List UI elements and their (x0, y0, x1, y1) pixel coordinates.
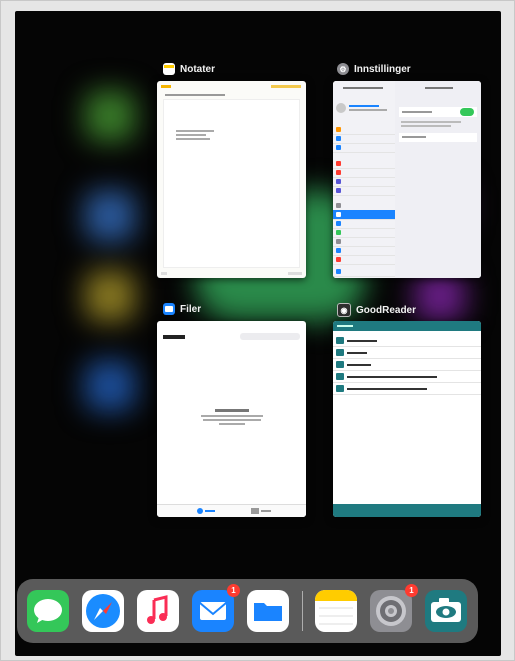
window-title: Innstillinger (354, 63, 411, 75)
dock-app-settings[interactable] (370, 590, 412, 632)
dock-app-safari[interactable] (82, 590, 124, 632)
window-label-notater: Notater (163, 63, 215, 75)
innstillinger-window-card[interactable] (333, 81, 481, 278)
settings-gear-icon (376, 596, 406, 626)
mail-envelope-icon (199, 602, 227, 620)
filer-window-card[interactable] (157, 321, 306, 517)
notes-pad-icon (315, 590, 357, 625)
dock-app-mail[interactable] (192, 590, 234, 632)
messages-icon (34, 599, 62, 623)
settings-gear-icon: ⚙ (337, 63, 349, 75)
window-title: GoodReader (356, 304, 417, 316)
dock-app-music[interactable] (137, 590, 179, 632)
notater-window-card[interactable] (157, 81, 306, 278)
notes-icon (163, 63, 175, 75)
window-title: Filer (180, 303, 202, 315)
dock-divider (302, 591, 303, 631)
app-switcher-screen: Notater ⚙ Innstillinger Filer ◉ GoodRead… (15, 11, 501, 656)
window-label-goodreader: ◉ GoodReader (337, 303, 416, 317)
dock-app-goodreader[interactable] (425, 590, 467, 632)
window-title: Notater (180, 63, 216, 75)
window-label-filer: Filer (163, 303, 201, 315)
music-note-icon (147, 595, 168, 624)
dock-app-notes[interactable] (315, 590, 357, 632)
goodreader-eye-icon: ◉ (337, 303, 351, 317)
files-folder-icon (163, 303, 175, 315)
dock-app-files[interactable] (247, 590, 289, 632)
safari-compass-icon (86, 594, 120, 628)
settings-badge: 1 (405, 584, 418, 597)
goodreader-window-card[interactable] (333, 321, 481, 517)
ipad-frame: Notater ⚙ Innstillinger Filer ◉ GoodRead… (0, 0, 515, 661)
dock-app-messages[interactable] (27, 590, 69, 632)
files-folder-icon (254, 603, 282, 621)
goodreader-eye-icon (431, 598, 461, 622)
mail-badge: 1 (227, 584, 240, 597)
dock: 1 1 (17, 579, 478, 643)
window-label-innstillinger: ⚙ Innstillinger (337, 63, 411, 75)
